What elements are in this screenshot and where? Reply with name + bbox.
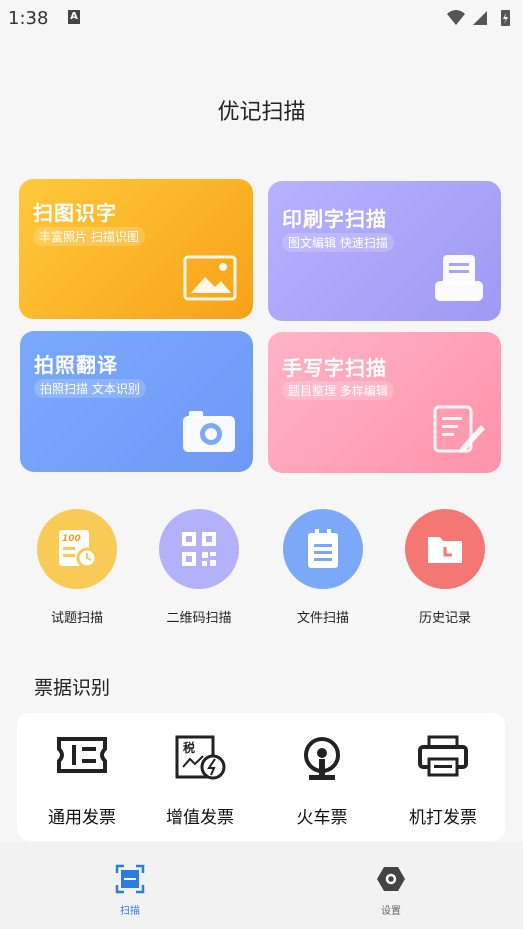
tab-label: 设置 <box>381 906 401 917</box>
card-subtitle: 题目整理 多样编辑 <box>282 381 394 400</box>
exam-icon: 100 <box>37 509 117 589</box>
printer-doc-icon <box>433 253 485 307</box>
card-subtitle: 拍照扫描 文本识别 <box>34 379 146 398</box>
card-handwriting-scan[interactable]: 手写字扫描 题目整理 多样编辑 <box>268 332 501 473</box>
handwriting-icon <box>431 403 485 459</box>
card-title: 拍照翻译 <box>34 353 118 377</box>
quick-label: 历史记录 <box>418 611 471 626</box>
notification-a-icon: A <box>68 10 80 24</box>
card-title: 手写字扫描 <box>282 356 387 380</box>
svg-text:100: 100 <box>62 534 81 544</box>
page-title: 优记扫描 <box>217 100 306 125</box>
card-photo-translate[interactable]: 拍照翻译 拍照扫描 文本识别 <box>20 331 253 472</box>
invoice-label: 火车票 <box>296 808 348 828</box>
printer-icon <box>388 735 498 787</box>
invoice-general[interactable]: 通用发票 <box>27 735 137 828</box>
quick-label: 文件扫描 <box>296 611 349 626</box>
card-title: 印刷字扫描 <box>282 207 387 231</box>
invoice-panel: 通用发票 税 增值发票 火车票 机打发票 <box>17 713 505 841</box>
qr-code-icon <box>159 509 239 589</box>
quick-exam-scan[interactable]: 100 试题扫描 <box>32 509 122 626</box>
camera-icon <box>181 408 237 458</box>
status-bar: 1:38 A <box>0 0 523 36</box>
ticket-icon <box>27 735 137 787</box>
invoice-label: 通用发票 <box>48 808 116 828</box>
invoice-machine-printed[interactable]: 机打发票 <box>388 735 498 828</box>
card-title: 扫图识字 <box>33 201 117 225</box>
quick-qr-scan[interactable]: 二维码扫描 <box>154 509 244 626</box>
tab-settings[interactable]: 设置 <box>351 864 431 917</box>
quick-label: 试题扫描 <box>50 611 103 626</box>
card-print-scan[interactable]: 印刷字扫描 图文编辑 快速扫描 <box>268 181 501 321</box>
quick-label: 二维码扫描 <box>166 611 232 626</box>
status-icons <box>445 8 515 32</box>
scan-icon <box>90 864 170 898</box>
card-subtitle: 图文编辑 快速扫描 <box>282 233 394 252</box>
tab-scan[interactable]: 扫描 <box>90 864 170 917</box>
history-folder-icon <box>405 509 485 589</box>
settings-hexagon-icon <box>351 864 431 898</box>
invoice-section-title: 票据识别 <box>34 677 111 699</box>
image-icon <box>183 255 237 305</box>
bottom-tab-bar: 扫描 设置 <box>0 842 523 929</box>
invoice-train[interactable]: 火车票 <box>267 735 377 828</box>
card-image-ocr[interactable]: 扫图识字 丰富照片 扫描识图 <box>19 179 253 319</box>
wifi-signal-battery-icon <box>447 10 510 26</box>
invoice-vat[interactable]: 税 增值发票 <box>145 735 255 828</box>
train-icon <box>267 735 377 787</box>
svg-text:税: 税 <box>183 740 195 755</box>
tax-invoice-icon: 税 <box>145 735 255 787</box>
quick-file-scan[interactable]: 文件扫描 <box>278 509 368 626</box>
card-subtitle: 丰富照片 扫描识图 <box>33 227 145 246</box>
invoice-label: 机打发票 <box>409 808 477 828</box>
quick-history[interactable]: 历史记录 <box>400 509 490 626</box>
status-time: 1:38 <box>8 8 49 29</box>
clipboard-icon <box>283 509 363 589</box>
invoice-label: 增值发票 <box>166 808 234 828</box>
tab-label: 扫描 <box>120 906 140 917</box>
